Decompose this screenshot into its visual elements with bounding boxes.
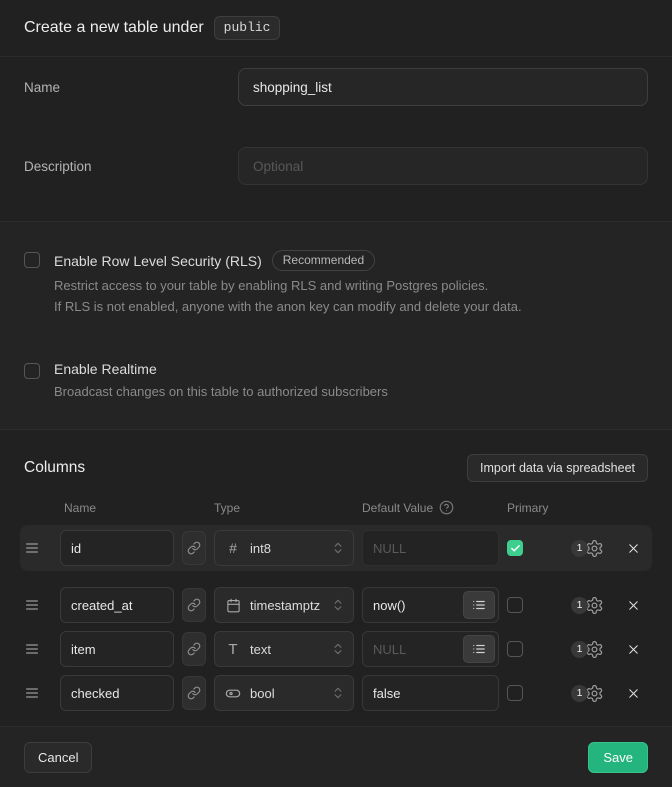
foreign-key-link-icon[interactable] [182,588,206,622]
column-settings-button[interactable]: 1 [571,640,604,659]
foreign-key-link-icon[interactable] [182,676,206,710]
rls-label: Enable Row Level Security (RLS) [54,253,262,269]
chevrons-up-down-icon [331,541,345,555]
help-circle-icon[interactable] [439,500,454,515]
hash-icon: # [225,540,241,556]
column-type-select[interactable]: bool [214,675,354,711]
header-default-value: Default Value [362,501,433,515]
rls-description-line1: Restrict access to your table by enablin… [54,275,522,296]
realtime-label: Enable Realtime [54,361,157,377]
settings-count-badge: 1 [571,641,588,658]
column-row-checked: bool 1 [24,675,648,711]
name-label: Name [24,80,238,95]
description-label: Description [24,159,238,174]
toggle-icon [225,685,241,702]
realtime-toggle-content: Enable Realtime Broadcast changes on thi… [54,361,388,402]
drag-handle-icon[interactable] [24,641,40,657]
dialog-title: Create a new table under public [24,16,280,40]
header-primary: Primary [507,501,563,515]
text-type-icon: T [225,641,241,658]
remove-column-icon[interactable] [626,642,641,657]
realtime-checkbox[interactable] [24,363,40,379]
rls-description-line2: If RLS is not enabled, anyone with the a… [54,296,522,317]
general-fields-section: Name Description [0,57,672,222]
primary-key-checkbox[interactable] [507,641,523,657]
primary-key-checkbox[interactable] [507,597,523,613]
drag-handle-icon[interactable] [24,540,40,556]
column-name-input[interactable] [60,675,174,711]
remove-column-icon[interactable] [626,686,641,701]
column-type-value: text [250,642,322,657]
header-name: Name [60,501,174,515]
check-icon [510,543,521,554]
remove-column-icon[interactable] [626,541,641,556]
column-type-select[interactable]: timestamptz [214,587,354,623]
column-default-input[interactable] [362,675,499,711]
column-row-item: T text 1 [24,631,648,667]
drag-handle-icon[interactable] [24,597,40,613]
column-name-input[interactable] [60,530,174,566]
realtime-description: Broadcast changes on this table to autho… [54,381,388,402]
import-spreadsheet-button[interactable]: Import data via spreadsheet [467,454,648,482]
primary-key-checkbox[interactable] [507,540,523,556]
primary-key-checkbox[interactable] [507,685,523,701]
settings-count-badge: 1 [571,685,588,702]
foreign-key-link-icon[interactable] [182,632,206,666]
header-type: Type [214,501,354,515]
rls-toggle-content: Enable Row Level Security (RLS) Recommen… [54,250,522,317]
column-type-select[interactable]: T text [214,631,354,667]
columns-title: Columns [24,459,85,477]
create-table-dialog: Create a new table under public Name Des… [0,0,672,787]
chevrons-up-down-icon [331,598,345,612]
table-description-input[interactable] [238,147,648,185]
default-suggestions-list-icon[interactable] [463,635,495,663]
calendar-icon [225,598,241,613]
cancel-button[interactable]: Cancel [24,742,92,773]
column-row-panel: # int8 1 [20,525,652,571]
name-field-row: Name [24,68,648,106]
columns-section: Columns Import data via spreadsheet Name… [0,430,672,726]
dialog-footer: Cancel Save [0,726,672,787]
column-settings-button[interactable]: 1 [571,596,604,615]
chevrons-up-down-icon [331,642,345,656]
column-type-value: bool [250,686,322,701]
description-field-row: Description [24,147,648,185]
settings-count-badge: 1 [571,597,588,614]
save-button[interactable]: Save [588,742,648,773]
column-settings-button[interactable]: 1 [571,539,604,558]
column-default-input [362,530,499,566]
table-name-input[interactable] [238,68,648,106]
settings-count-badge: 1 [571,540,588,557]
drag-handle-icon[interactable] [24,685,40,701]
column-type-value: timestamptz [250,598,322,613]
column-settings-button[interactable]: 1 [571,684,604,703]
rls-checkbox[interactable] [24,252,40,268]
realtime-toggle-row: Enable Realtime Broadcast changes on thi… [24,361,648,402]
chevrons-up-down-icon [331,686,345,700]
column-row-id: # int8 1 [24,530,648,566]
foreign-key-link-icon[interactable] [182,531,206,565]
dialog-header: Create a new table under public [0,0,672,57]
default-suggestions-list-icon[interactable] [463,591,495,619]
column-row-created-at: timestamptz 1 [24,587,648,623]
rls-toggle-row: Enable Row Level Security (RLS) Recommen… [24,250,648,317]
toggles-section: Enable Row Level Security (RLS) Recommen… [0,222,672,430]
columns-table-header: Name Type Default Value Primary [24,500,648,515]
column-type-select[interactable]: # int8 [214,530,354,566]
dialog-title-text: Create a new table under [24,19,204,37]
column-name-input[interactable] [60,587,174,623]
column-type-value: int8 [250,541,322,556]
schema-badge: public [214,16,281,40]
column-name-input[interactable] [60,631,174,667]
remove-column-icon[interactable] [626,598,641,613]
recommended-badge: Recommended [272,250,375,271]
